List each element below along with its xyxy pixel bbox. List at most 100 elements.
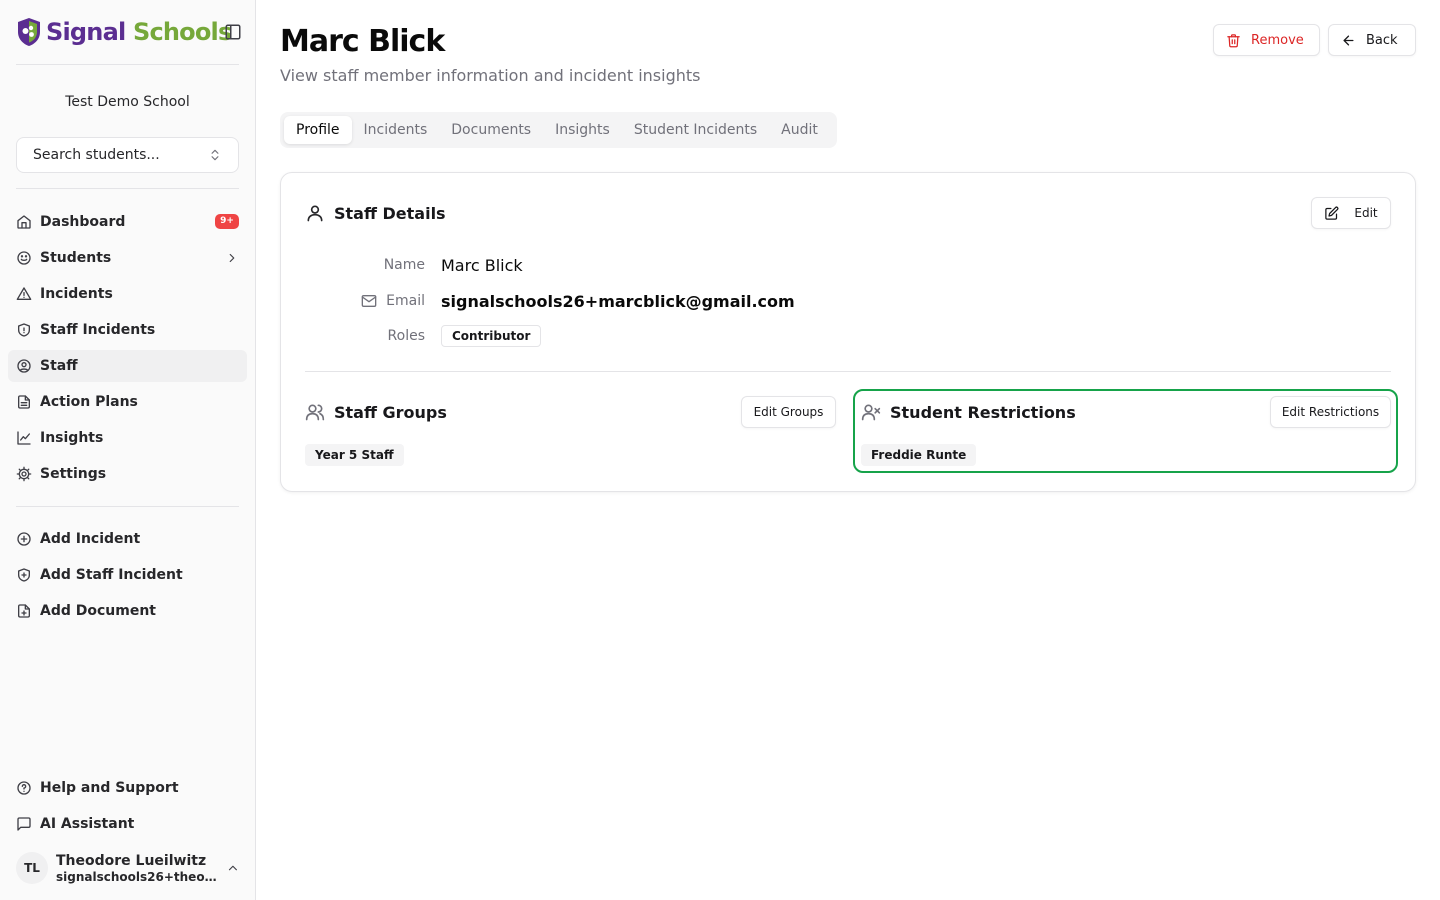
sidebar-item-label: Settings [40, 466, 107, 482]
user-circle-icon [17, 359, 31, 373]
edit-staff-details-button[interactable]: Edit [1311, 197, 1391, 229]
signal-schools-shield-logo [18, 18, 40, 46]
user-menu[interactable]: TL Theodore Lueilwitz signalschools26+th… [16, 848, 240, 888]
sidebar-item-label: Incidents [40, 286, 113, 302]
sidebar-item-add-incident[interactable]: Add Incident [8, 523, 247, 555]
tab-profile[interactable]: Profile [284, 116, 352, 144]
sidebar-item-incidents[interactable]: Incidents [8, 278, 247, 310]
edit-restrictions-button[interactable]: Edit Restrictions [1270, 396, 1391, 428]
chevron-up-icon [229, 865, 238, 871]
arrow-left-icon [1343, 35, 1354, 45]
tab-incidents[interactable]: Incidents [352, 116, 440, 144]
help-circle-icon [17, 781, 31, 795]
detail-row-roles: Roles Contributor [305, 324, 542, 348]
email-label: Email [305, 293, 425, 309]
sidebar-item-ai-assistant[interactable]: AI Assistant [8, 808, 247, 840]
name-value: Marc Blick [441, 255, 523, 275]
sidebar-item-insights[interactable]: Insights [8, 422, 247, 454]
tab-insights[interactable]: Insights [543, 116, 622, 144]
student-search-combobox[interactable]: Search students... [16, 137, 239, 173]
school-name: Test Demo School [65, 94, 190, 110]
edit-groups-button[interactable]: Edit Groups [741, 396, 836, 428]
file-plus-icon [18, 604, 30, 618]
profile-tabs: Profile Incidents Documents Insights Stu… [280, 112, 837, 148]
edit-restrictions-label: Edit Restrictions [1281, 405, 1380, 419]
page-title: Marc Blick [280, 24, 445, 59]
staff-profile-card: Staff Details Edit Name Marc Blick Email… [280, 172, 1416, 492]
chevrons-up-down-icon [211, 149, 219, 161]
avatar: TL [16, 852, 48, 884]
home-icon [17, 215, 31, 229]
staff-details-heading: Staff Details [305, 203, 446, 223]
sidebar-item-action-plans[interactable]: Action Plans [8, 386, 247, 418]
user-name: Theodore Lueilwitz [56, 852, 207, 869]
sidebar-item-help-and-support[interactable]: Help and Support [8, 772, 247, 804]
roles-label: Roles [387, 328, 425, 344]
sidebar-item-label: Help and Support [40, 780, 179, 796]
remove-label: Remove [1251, 32, 1304, 48]
brand-name: Signal Schools [46, 18, 232, 46]
user-x-icon [861, 404, 881, 421]
email-value[interactable]: signalschools26+marcblick@gmail.com [441, 292, 795, 311]
sidebar-item-staff-incidents[interactable]: Staff Incidents [8, 314, 247, 346]
plus-circle-icon [17, 532, 31, 546]
group-badge: Year 5 Staff [305, 444, 404, 466]
sidebar-divider [16, 506, 239, 507]
chart-line-icon [17, 431, 31, 445]
message-square-icon [17, 817, 31, 831]
staff-details-title: Staff Details [334, 203, 446, 223]
quick-actions-nav: Add Incident Add Staff Incident Add Docu… [8, 523, 247, 631]
section-divider [305, 371, 1391, 372]
footer-nav: Help and Support AI Assistant [8, 772, 247, 844]
edit-groups-label: Edit Groups [753, 405, 824, 419]
shield-icon [18, 323, 30, 337]
tab-documents[interactable]: Documents [439, 116, 543, 144]
smile-icon [17, 251, 31, 265]
tab-student-incidents[interactable]: Student Incidents [622, 116, 769, 144]
sidebar-item-students[interactable]: Students [8, 242, 247, 274]
notification-badge: 9+ [215, 214, 239, 229]
sidebar-divider [16, 64, 239, 65]
sidebar-item-label: Add Incident [40, 531, 141, 547]
sidebar-item-settings[interactable]: Settings [8, 458, 247, 490]
sidebar-item-staff[interactable]: Staff [8, 350, 247, 382]
student-restrictions-heading: Student Restrictions [861, 402, 1076, 422]
sidebar-item-label: Dashboard [40, 214, 126, 230]
back-label: Back [1366, 32, 1398, 48]
edit-label: Edit [1354, 206, 1378, 220]
sidebar-item-label: Staff Incidents [40, 322, 156, 338]
sidebar-item-label: Insights [40, 430, 104, 446]
sidebar-item-label: Add Document [40, 603, 156, 619]
user-icon [307, 205, 323, 222]
sidebar-item-label: Students [40, 250, 112, 266]
brand-logo-link[interactable]: Signal Schools [16, 16, 240, 48]
trash-icon [1227, 33, 1240, 47]
sidebar-toggle-icon[interactable] [224, 23, 242, 41]
file-text-icon [18, 395, 30, 409]
restricted-student-badge: Freddie Runte [861, 444, 977, 466]
student-search-placeholder: Search students... [33, 147, 160, 163]
sidebar-item-add-staff-incident[interactable]: Add Staff Incident [8, 559, 247, 591]
chevron-right-icon[interactable] [225, 251, 239, 265]
sidebar-item-label: Action Plans [40, 394, 138, 410]
sidebar-item-add-document[interactable]: Add Document [8, 595, 247, 627]
mail-icon [361, 295, 377, 307]
sidebar-item-label: Add Staff Incident [40, 567, 183, 583]
detail-row-email: Email signalschools26+marcblick@gmail.co… [305, 289, 795, 313]
detail-row-name: Name Marc Blick [305, 253, 523, 277]
edit-icon [1325, 206, 1339, 220]
back-button[interactable]: Back [1328, 24, 1416, 56]
user-info: Theodore Lueilwitz signalschools26+theod… [56, 853, 218, 884]
remove-button[interactable]: Remove [1213, 24, 1320, 56]
student-restrictions-title: Student Restrictions [890, 402, 1076, 422]
sidebar: Signal Schools Test Demo School Search s… [0, 0, 256, 900]
tab-audit[interactable]: Audit [769, 116, 830, 144]
main-nav: Dashboard 9+ Students Incidents Staff In… [8, 206, 247, 494]
alert-triangle-icon [16, 287, 32, 300]
name-label: Name [383, 257, 425, 273]
staff-groups-title: Staff Groups [334, 402, 447, 422]
page-subtitle: View staff member information and incide… [280, 66, 701, 85]
sidebar-item-label: Staff [40, 358, 78, 374]
staff-groups-heading: Staff Groups [305, 402, 447, 422]
sidebar-item-dashboard[interactable]: Dashboard 9+ [8, 206, 247, 238]
